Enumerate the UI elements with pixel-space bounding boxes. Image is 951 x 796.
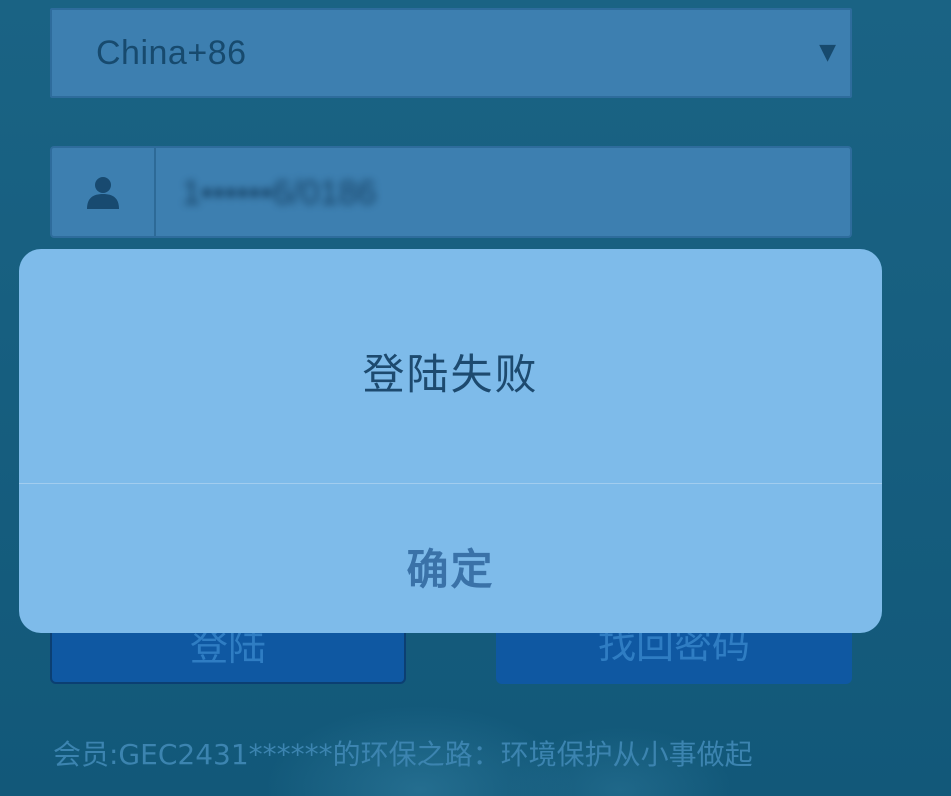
chevron-down-icon: ▼	[819, 40, 836, 65]
phone-field-icon-box	[52, 148, 156, 236]
country-code-value: China+86	[96, 34, 247, 72]
confirm-button[interactable]: 确定	[19, 484, 882, 633]
phone-number-field[interactable]: 1••••••6/0186	[50, 146, 852, 238]
phone-number-value: 1••••••6/0186	[182, 174, 377, 212]
member-footer-text: 会员:GEC2431******的环保之路：环境保护从小事做起	[53, 738, 753, 771]
login-failed-dialog: 登陆失败 确定	[19, 249, 882, 633]
dialog-message: 登陆失败	[362, 350, 539, 399]
confirm-button-label: 确定	[406, 545, 495, 594]
user-icon	[87, 177, 119, 209]
country-code-select[interactable]: China+86 ▼	[50, 8, 852, 98]
